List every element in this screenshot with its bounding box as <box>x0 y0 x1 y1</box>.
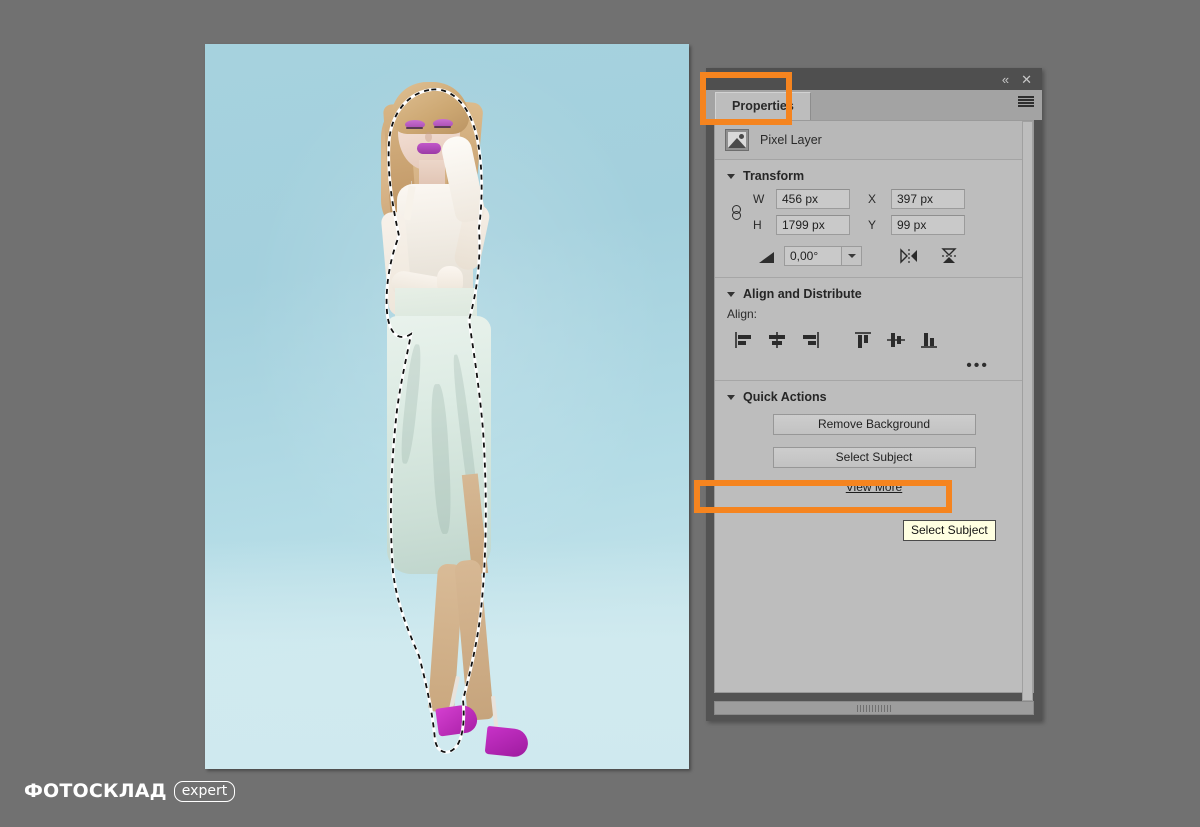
section-align-header[interactable]: Align and Distribute <box>715 286 1033 307</box>
align-center-vertical-icon[interactable] <box>879 328 912 352</box>
chevron-down-icon[interactable] <box>842 246 862 266</box>
section-transform-title: Transform <box>743 169 805 183</box>
section-transform: Transform W 456 px X 397 px H 1799 px Y … <box>715 160 1033 278</box>
field-label-w: W <box>753 192 765 206</box>
align-button-group <box>715 328 1033 352</box>
tooltip-select-subject: Select Subject <box>903 520 996 541</box>
model-eyelid-right <box>434 126 451 128</box>
height-input[interactable]: 1799 px <box>776 215 850 235</box>
image-thumbnail-icon <box>725 129 749 151</box>
collapse-icon[interactable]: « <box>1002 73 1009 86</box>
align-right-icon[interactable] <box>793 328 826 352</box>
remove-background-button[interactable]: Remove Background <box>772 414 976 435</box>
screenshot-root: { "app": { "panel_title": "Properties", … <box>0 0 1200 827</box>
tab-properties[interactable]: Properties <box>715 92 811 120</box>
width-input[interactable]: 456 px <box>776 189 850 209</box>
image-canvas[interactable] <box>205 44 689 769</box>
align-top-icon[interactable] <box>846 328 879 352</box>
view-more-link[interactable]: View More <box>846 480 902 494</box>
select-subject-button[interactable]: Select Subject <box>772 447 976 468</box>
section-transform-header[interactable]: Transform <box>715 168 1033 189</box>
vertical-scrollbar[interactable] <box>1022 121 1033 701</box>
panel-tabbar: Properties <box>706 90 1042 120</box>
y-position-input[interactable]: 99 px <box>891 215 965 235</box>
transform-rotate-row: 0,00° <box>715 245 1033 267</box>
flip-horizontal-icon[interactable] <box>896 245 922 267</box>
chevron-down-icon[interactable] <box>727 394 735 400</box>
properties-panel: « ✕ Properties Pixel Layer Transform W 4… <box>706 68 1042 721</box>
angle-icon <box>759 250 776 263</box>
layer-name: Pixel Layer <box>760 133 822 147</box>
section-quick-actions: Quick Actions Remove Background Select S… <box>715 381 1033 504</box>
section-align-distribute: Align and Distribute Align: ••• <box>715 278 1033 381</box>
align-bottom-icon[interactable] <box>912 328 945 352</box>
resize-grip[interactable] <box>714 701 1034 715</box>
watermark-logo: ФОТОСКЛАД expert <box>24 780 236 802</box>
chevron-down-icon[interactable] <box>727 173 735 179</box>
scrollbar-thumb[interactable] <box>1022 121 1033 701</box>
layer-row[interactable]: Pixel Layer <box>715 121 1033 160</box>
transform-row-h-y: H 1799 px Y 99 px <box>753 215 965 235</box>
section-quick-actions-title: Quick Actions <box>743 390 827 404</box>
field-label-y: Y <box>868 218 877 232</box>
panel-body: Pixel Layer Transform W 456 px X 397 px … <box>714 120 1034 693</box>
model-lips <box>417 143 441 154</box>
align-label: Align: <box>727 307 758 321</box>
hamburger-menu-icon[interactable] <box>1018 96 1034 107</box>
section-align-title: Align and Distribute <box>743 287 862 301</box>
close-icon[interactable]: ✕ <box>1021 73 1032 86</box>
panel-titlebar: « ✕ <box>706 68 1042 90</box>
model-eyelid-left <box>406 127 423 129</box>
rotation-angle-input[interactable]: 0,00° <box>784 246 842 266</box>
x-position-input[interactable]: 397 px <box>891 189 965 209</box>
align-left-icon[interactable] <box>727 328 760 352</box>
flip-vertical-icon[interactable] <box>936 245 962 267</box>
link-chain-icon[interactable] <box>729 198 743 226</box>
watermark-badge: expert <box>173 780 236 802</box>
section-quick-actions-header[interactable]: Quick Actions <box>715 389 1033 410</box>
chevron-down-icon[interactable] <box>727 291 735 297</box>
watermark-text: ФОТОСКЛАД <box>24 780 167 802</box>
field-label-h: H <box>753 218 762 232</box>
align-center-horizontal-icon[interactable] <box>760 328 793 352</box>
align-more-button[interactable]: ••• <box>715 352 1033 374</box>
field-label-x: X <box>868 192 877 206</box>
transform-row-w-x: W 456 px X 397 px <box>753 189 965 209</box>
model-nose <box>425 132 432 142</box>
